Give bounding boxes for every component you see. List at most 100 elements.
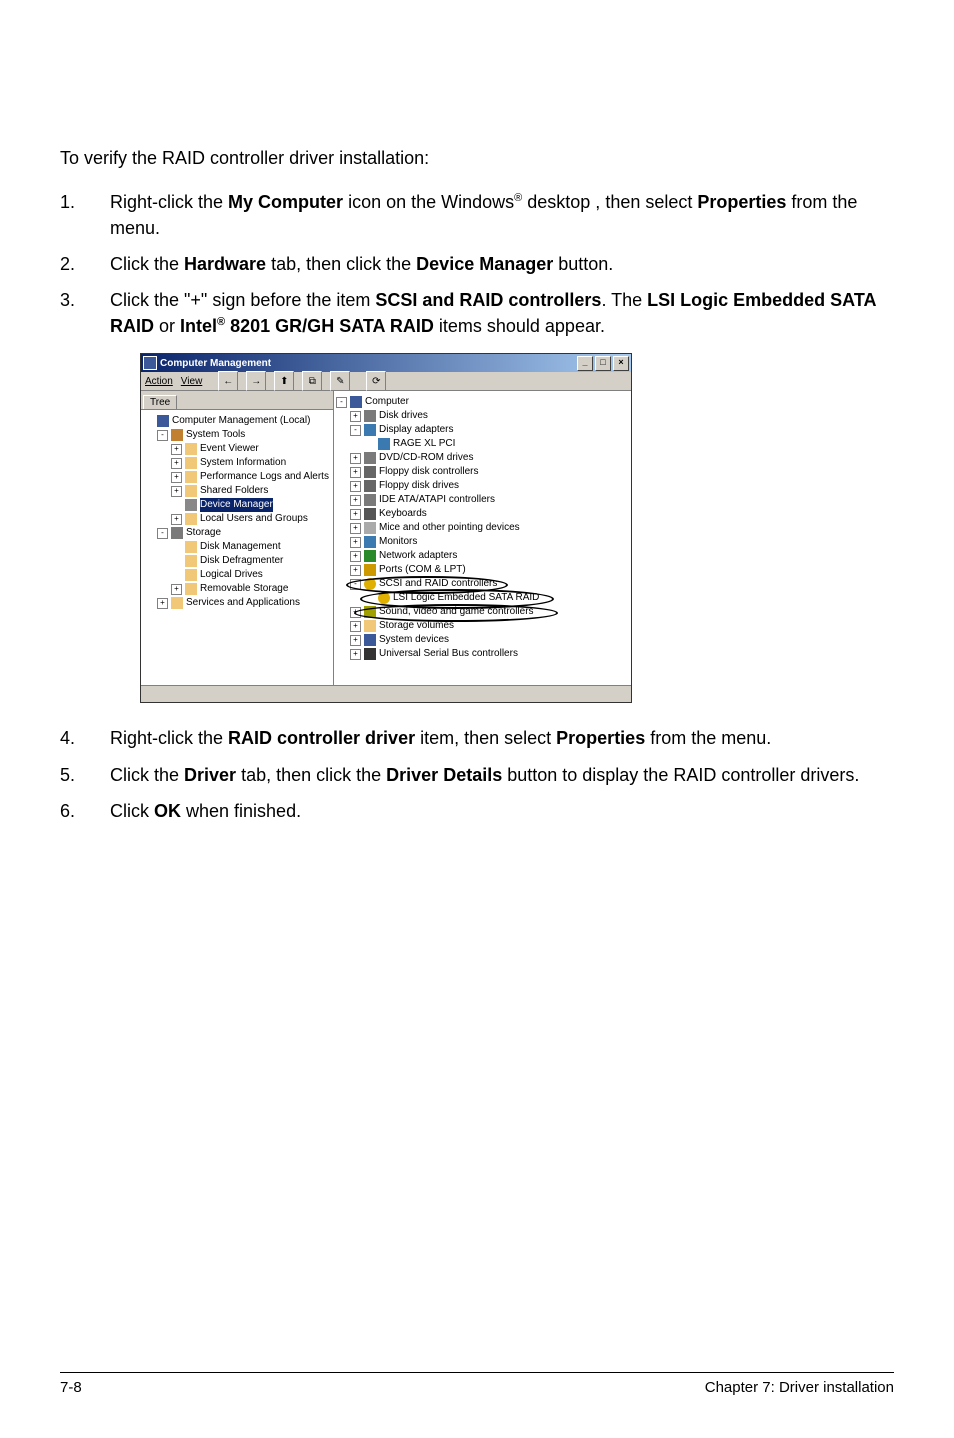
sound-icon bbox=[364, 606, 376, 618]
tree-node[interactable]: +Floppy disk controllers bbox=[336, 465, 629, 479]
step-content: Right-click the My Computer icon on the … bbox=[110, 189, 894, 241]
toolbar-refresh-button[interactable]: ⟳ bbox=[366, 371, 386, 391]
page-footer: 7-8 Chapter 7: Driver installation bbox=[60, 1372, 894, 1396]
expand-toggle[interactable]: + bbox=[350, 495, 361, 506]
tree-node[interactable]: + Local Users and Groups bbox=[143, 512, 331, 526]
folder-icon bbox=[185, 569, 197, 581]
tree-node[interactable]: + Monitors bbox=[336, 535, 629, 549]
expand-toggle[interactable]: + bbox=[171, 444, 182, 455]
tree-node[interactable]: +Sound, video and game controllers bbox=[336, 605, 629, 619]
left-pane: Tree Computer Management (Local)-System … bbox=[141, 391, 334, 685]
close-button[interactable]: × bbox=[613, 356, 629, 371]
tree-node-label: IDE ATA/ATAPI controllers bbox=[379, 493, 495, 507]
expand-toggle[interactable]: - bbox=[350, 579, 361, 590]
expand-toggle[interactable]: + bbox=[171, 514, 182, 525]
tree-node[interactable]: RAGE XL PCI bbox=[336, 437, 629, 451]
step-number: 1. bbox=[60, 189, 110, 241]
expand-toggle[interactable]: + bbox=[157, 598, 168, 609]
tree-node[interactable]: Device Manager bbox=[143, 498, 331, 512]
tree-node[interactable]: +System Information bbox=[143, 456, 331, 470]
expand-toggle[interactable]: + bbox=[171, 458, 182, 469]
step-content: Click the Driver tab, then click the Dri… bbox=[110, 762, 894, 788]
minimize-button[interactable]: _ bbox=[577, 356, 593, 371]
tree-node[interactable]: Disk Defragmenter bbox=[143, 554, 331, 568]
toolbar-forward-button[interactable]: → bbox=[246, 371, 266, 391]
tree-node[interactable]: Logical Drives bbox=[143, 568, 331, 582]
tree-node[interactable]: + IDE ATA/ATAPI controllers bbox=[336, 493, 629, 507]
tree-node[interactable]: + Mice and other pointing devices bbox=[336, 521, 629, 535]
step-number: 2. bbox=[60, 251, 110, 277]
tree-node-label: LSI Logic Embedded SATA RAID bbox=[393, 591, 539, 605]
floppy-icon bbox=[364, 480, 376, 492]
expand-toggle[interactable]: + bbox=[350, 565, 361, 576]
tree-node[interactable]: -System Tools bbox=[143, 428, 331, 442]
tree-node[interactable]: + Event Viewer bbox=[143, 442, 331, 456]
expand-toggle[interactable]: + bbox=[350, 523, 361, 534]
maximize-button[interactable]: □ bbox=[595, 356, 611, 371]
expand-toggle[interactable]: + bbox=[350, 551, 361, 562]
tree-node[interactable]: Disk Management bbox=[143, 540, 331, 554]
tree-node[interactable]: LSI Logic Embedded SATA RAID bbox=[336, 591, 629, 605]
expand-toggle[interactable]: + bbox=[350, 481, 361, 492]
steps-list-top: 1.Right-click the My Computer icon on th… bbox=[60, 189, 894, 339]
tree-node-label: Floppy disk drives bbox=[379, 479, 459, 493]
tree-node[interactable]: +Keyboards bbox=[336, 507, 629, 521]
tree-node[interactable]: +Network adapters bbox=[336, 549, 629, 563]
toolbar-help-button[interactable]: ✎ bbox=[330, 371, 350, 391]
expand-toggle[interactable]: + bbox=[171, 486, 182, 497]
menu-bar: Action View ← → ⬆ ⧉ ✎ ⟳ bbox=[141, 372, 631, 391]
menu-view[interactable]: View bbox=[181, 376, 203, 387]
expand-toggle[interactable]: + bbox=[171, 584, 182, 595]
tree-node-label: Disk Management bbox=[200, 540, 281, 554]
tree-node[interactable]: + Shared Folders bbox=[143, 484, 331, 498]
tree-node[interactable]: -Storage bbox=[143, 526, 331, 540]
expand-toggle[interactable]: - bbox=[157, 528, 168, 539]
tree-node[interactable]: + System devices bbox=[336, 633, 629, 647]
tree-node[interactable]: +DVD/CD-ROM drives bbox=[336, 451, 629, 465]
menu-action[interactable]: Action bbox=[145, 376, 173, 387]
tree-node[interactable]: +Disk drives bbox=[336, 409, 629, 423]
tree-node[interactable]: +Performance Logs and Alerts bbox=[143, 470, 331, 484]
tree-node-label: Computer Management (Local) bbox=[172, 414, 310, 428]
tree-node[interactable]: -SCSI and RAID controllers bbox=[336, 577, 629, 591]
tree-node[interactable]: +Ports (COM & LPT) bbox=[336, 563, 629, 577]
step-item: 2.Click the Hardware tab, then click the… bbox=[60, 251, 894, 277]
expand-toggle[interactable]: - bbox=[336, 397, 347, 408]
tree-tab[interactable]: Tree bbox=[143, 395, 177, 409]
tree-node-label: Mice and other pointing devices bbox=[379, 521, 520, 535]
expand-toggle[interactable]: + bbox=[350, 607, 361, 618]
tree-node-label: Display adapters bbox=[379, 423, 453, 437]
expand-toggle[interactable]: + bbox=[171, 472, 182, 483]
expand-toggle[interactable]: + bbox=[350, 621, 361, 632]
tree-node[interactable]: +Storage volumes bbox=[336, 619, 629, 633]
tree-node[interactable]: -Computer bbox=[336, 395, 629, 409]
comp-icon bbox=[350, 396, 362, 408]
expand-toggle[interactable]: + bbox=[350, 537, 361, 548]
step-item: 3.Click the "+" sign before the item SCS… bbox=[60, 287, 894, 339]
expand-toggle[interactable]: + bbox=[350, 411, 361, 422]
tree-node[interactable]: +Services and Applications bbox=[143, 596, 331, 610]
expand-toggle[interactable]: + bbox=[350, 509, 361, 520]
toolbar-properties-button[interactable]: ⧉ bbox=[302, 371, 322, 391]
expand-toggle[interactable]: - bbox=[350, 425, 361, 436]
tree-node[interactable]: +Universal Serial Bus controllers bbox=[336, 647, 629, 661]
tree-node-label: Monitors bbox=[379, 535, 417, 549]
tree-node-label: Local Users and Groups bbox=[200, 512, 308, 526]
tree-node[interactable]: - Display adapters bbox=[336, 423, 629, 437]
tree-node[interactable]: +Removable Storage bbox=[143, 582, 331, 596]
scsi-icon bbox=[364, 578, 376, 590]
toolbar-back-button[interactable]: ← bbox=[218, 371, 238, 391]
expand-toggle[interactable]: + bbox=[350, 467, 361, 478]
right-pane: -Computer+Disk drives-Display adaptersRA… bbox=[334, 391, 631, 685]
kb-icon bbox=[364, 508, 376, 520]
expand-toggle[interactable]: - bbox=[157, 430, 168, 441]
tree-node[interactable]: Computer Management (Local) bbox=[143, 414, 331, 428]
tree-node-label: System devices bbox=[379, 633, 449, 647]
expand-toggle[interactable]: + bbox=[350, 649, 361, 660]
expand-toggle[interactable]: + bbox=[350, 635, 361, 646]
tree-node[interactable]: + Floppy disk drives bbox=[336, 479, 629, 493]
tree-node-label: Event Viewer bbox=[200, 442, 259, 456]
expand-toggle[interactable]: + bbox=[350, 453, 361, 464]
tree-node-label: Shared Folders bbox=[200, 484, 268, 498]
toolbar-up-button[interactable]: ⬆ bbox=[274, 371, 294, 391]
